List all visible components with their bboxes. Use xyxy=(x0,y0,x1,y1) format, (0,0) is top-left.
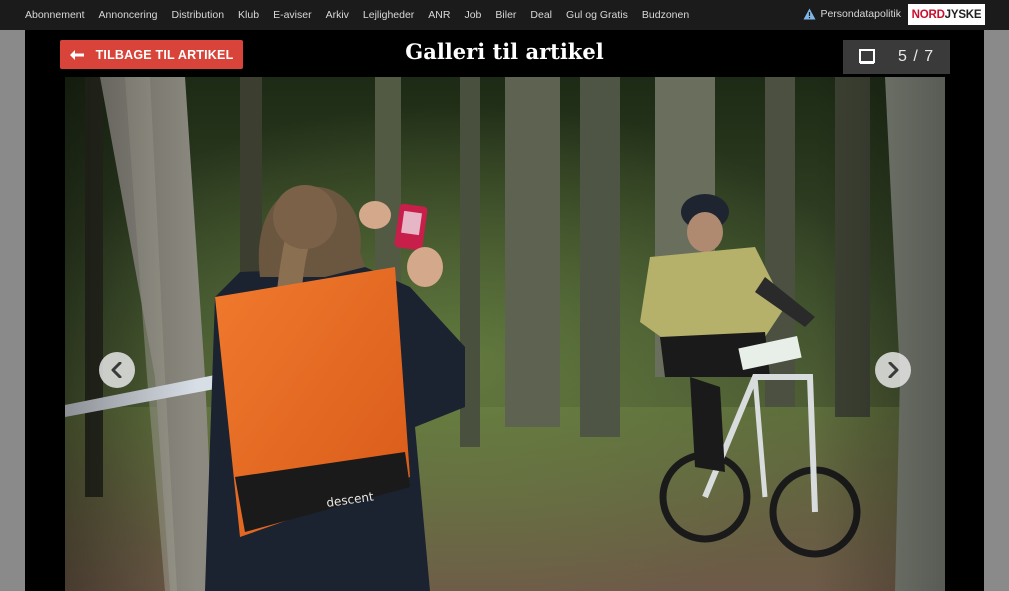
nav-link-e-aviser[interactable]: E-aviser xyxy=(273,9,312,21)
nav-link-deal[interactable]: Deal xyxy=(530,9,552,21)
nav-link-lejligheder[interactable]: Lejligheder xyxy=(363,9,414,21)
nordjyske-logo[interactable]: NORD JYSKE xyxy=(908,4,985,25)
image-counter-text: 5 / 7 xyxy=(898,48,935,65)
gallery-photo-image: descent xyxy=(65,77,945,591)
warning-triangle-icon xyxy=(803,8,816,20)
privacy-link-label: Persondatapolitik xyxy=(820,8,901,20)
nav-link-distribution[interactable]: Distribution xyxy=(172,9,225,21)
nav-link-annoncering[interactable]: Annoncering xyxy=(99,9,158,21)
nav-link-biler[interactable]: Biler xyxy=(495,9,516,21)
nav-link-anr[interactable]: ANR xyxy=(428,9,450,21)
nav-link-abonnement[interactable]: Abonnement xyxy=(25,9,85,21)
nav-link-arkiv[interactable]: Arkiv xyxy=(326,9,349,21)
top-navigation-bar: Abonnement Annoncering Distribution Klub… xyxy=(0,0,1009,30)
previous-image-button[interactable] xyxy=(99,352,135,388)
gallery-photo[interactable]: descent xyxy=(65,77,945,591)
chevron-left-icon xyxy=(111,362,122,378)
privacy-link[interactable]: Persondatapolitik xyxy=(803,8,901,20)
gallery-title: Galleri til artikel xyxy=(405,39,604,64)
next-image-button[interactable] xyxy=(875,352,911,388)
logo-part-nord: NORD xyxy=(911,8,945,21)
chevron-right-icon xyxy=(888,362,899,378)
gallery-panel: TILBAGE TIL ARTIKEL Galleri til artikel … xyxy=(25,30,984,591)
top-nav-links: Abonnement Annoncering Distribution Klub… xyxy=(0,9,703,21)
logo-part-jyske: JYSKE xyxy=(944,8,982,21)
nav-link-job[interactable]: Job xyxy=(464,9,481,21)
image-counter[interactable]: 5 / 7 xyxy=(843,40,950,74)
nav-link-gul-og-gratis[interactable]: Gul og Gratis xyxy=(566,9,628,21)
nav-link-klub[interactable]: Klub xyxy=(238,9,259,21)
frame-icon xyxy=(859,49,875,65)
nav-link-budzonen[interactable]: Budzonen xyxy=(642,9,689,21)
